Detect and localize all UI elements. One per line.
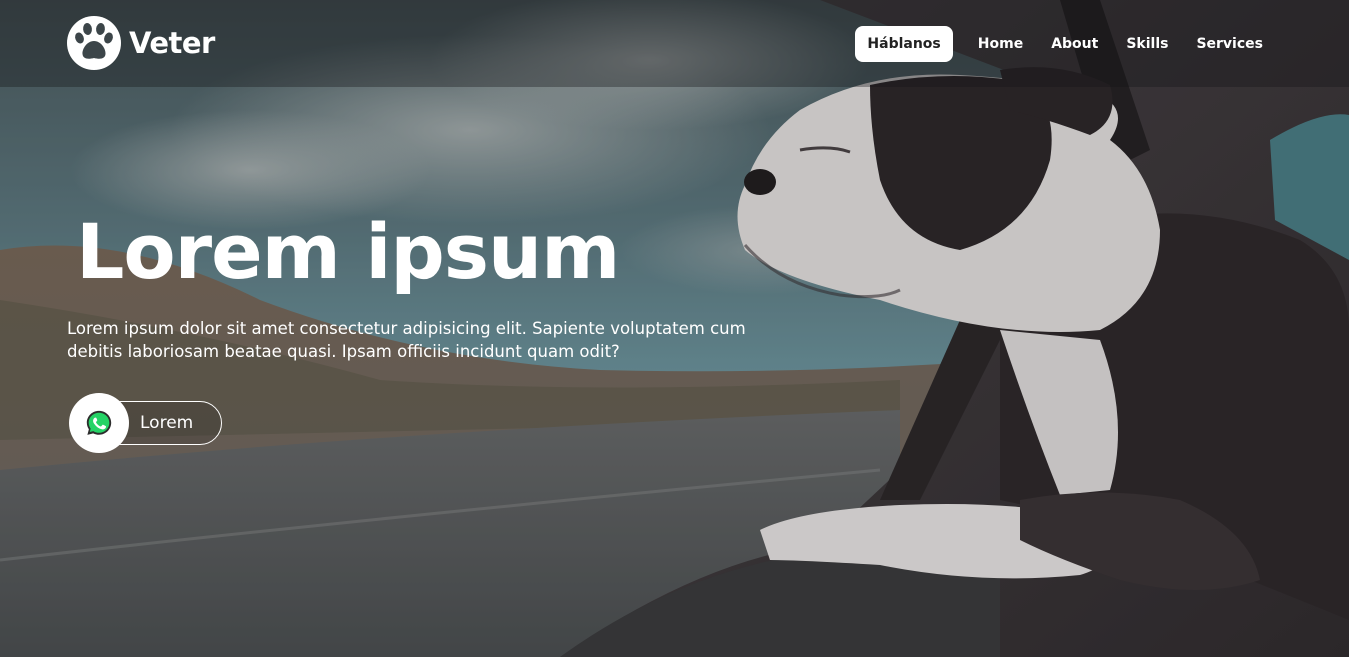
cta-button-label: Lorem [140,413,194,433]
brand-name: Veter [129,26,215,60]
navbar: Veter Háblanos Home About Skills Service… [0,0,1349,87]
hero-description: Lorem ipsum dolor sit amet consectetur a… [67,319,746,361]
paw-icon [67,16,121,70]
whatsapp-icon [86,410,112,435]
nav-menu: Háblanos Home About Skills Services [855,26,1263,62]
nav-link-services[interactable]: Services [1185,36,1263,52]
nav-link-about[interactable]: About [1040,36,1109,52]
nav-link-skills[interactable]: Skills [1115,36,1179,52]
hero-title: Lorem ipsum [76,207,620,296]
nav-hablanos-button[interactable]: Háblanos [855,26,953,62]
brand-logo[interactable]: Veter [66,15,215,71]
nav-link-home[interactable]: Home [967,36,1034,52]
cta-icon-circle [69,393,129,453]
whatsapp-cta-button[interactable]: Lorem [69,393,222,453]
hero-section: Veter Háblanos Home About Skills Service… [0,0,1349,657]
